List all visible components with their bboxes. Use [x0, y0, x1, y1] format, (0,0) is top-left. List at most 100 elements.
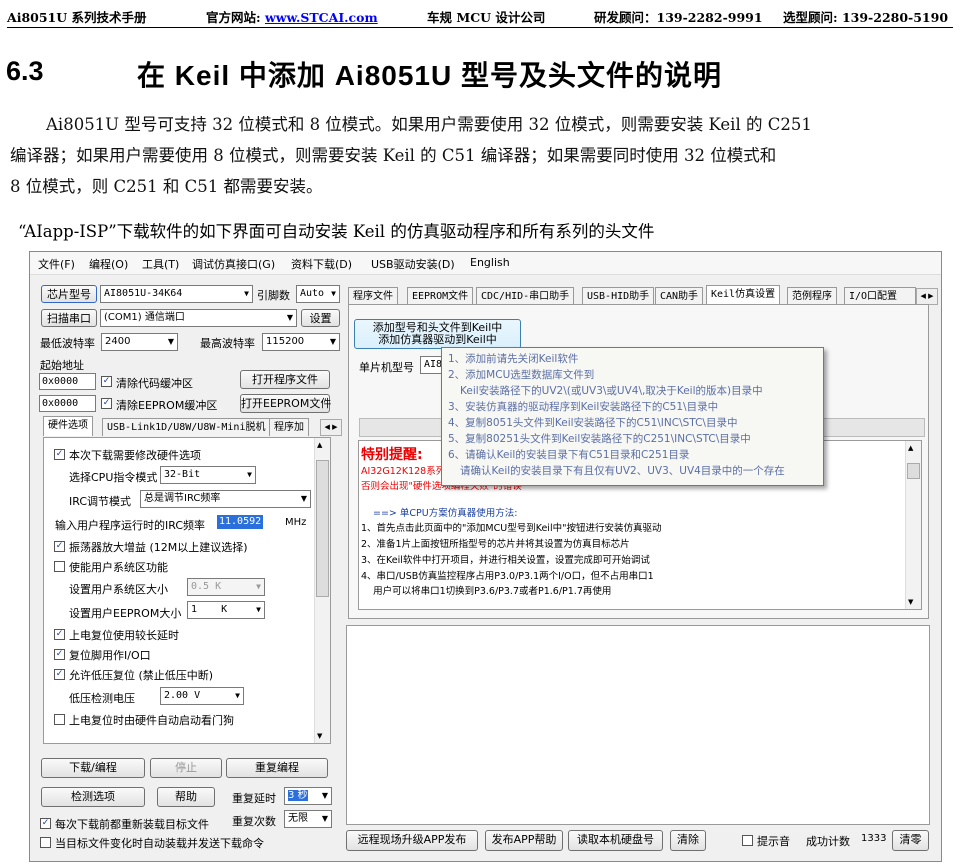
tooltip-line-7: 6、请确认Keil的安装目录下有C51目录和C251目录: [448, 449, 690, 461]
watchdog-label: 上电复位时由硬件自动启动看门狗: [69, 714, 234, 727]
sel-contact: 选型顾问: 139-2280-5190: [783, 10, 949, 25]
eeprom-size-select[interactable]: 1 K ▼: [187, 601, 265, 619]
reload-checkbox[interactable]: ✓: [40, 818, 51, 829]
chevron-down-icon: ▼: [321, 814, 328, 823]
menu-debug-interface[interactable]: 调试仿真接口(G): [192, 256, 275, 272]
scroll-thumb[interactable]: [907, 463, 920, 479]
add-to-keil-button[interactable]: 添加型号和头文件到Keil中 添加仿真器驱动到Keil中: [354, 319, 521, 349]
usage-title: ==> 单CPU方案仿真器使用方法:: [373, 508, 518, 519]
tab-scroll-arrows[interactable]: ◀ ▶: [916, 288, 938, 305]
open-eeprom-button[interactable]: 打开EEPROM文件: [240, 394, 331, 413]
auto-send-label: 当目标文件变化时自动装载并发送下载命令: [55, 837, 264, 850]
user-sys-area-checkbox[interactable]: [54, 561, 65, 572]
right-tab-strip: 程序文件 EEPROM文件 CDC/HID-串口助手 USB-HID助手 CAN…: [348, 285, 938, 305]
clear-button[interactable]: 清除: [670, 830, 706, 851]
min-baud-select[interactable]: 2400 ▼: [101, 333, 178, 351]
menu-english[interactable]: English: [470, 256, 510, 269]
eeprom-address-input[interactable]: 0x0000: [39, 395, 96, 412]
tab-eeprom-file[interactable]: EEPROM文件: [407, 287, 474, 305]
mcu-model-label: 单片机型号: [359, 361, 414, 374]
long-delay-label: 上电复位使用较长延时: [69, 629, 179, 642]
site-link[interactable]: www.STCAI.com: [265, 10, 378, 25]
read-disk-id-button[interactable]: 读取本机硬盘号: [568, 830, 663, 851]
settings-button[interactable]: 设置: [301, 309, 340, 327]
scroll-thumb[interactable]: [316, 460, 329, 597]
tab-io-config[interactable]: I/O口配置: [844, 287, 916, 305]
irc-freq-input[interactable]: 11.0592: [217, 515, 263, 529]
tab-scroll-arrows[interactable]: ◀ ▶: [320, 419, 342, 436]
usage-step-4b: 用户可以将串口1切换到P3.6/P3.7或者P1.6/P1.7再使用: [361, 586, 612, 597]
port-select[interactable]: (COM1) 通信端口 ▼: [100, 309, 297, 327]
max-baud-select[interactable]: 115200 ▼: [262, 333, 340, 351]
open-program-button[interactable]: 打开程序文件: [240, 370, 330, 389]
auto-send-checkbox[interactable]: [40, 837, 51, 848]
chip-type-button[interactable]: 芯片型号: [41, 285, 97, 303]
watchdog-checkbox[interactable]: [54, 714, 65, 725]
chip-type-select[interactable]: AI8051U-34K64 ▼: [100, 285, 253, 303]
check-options-button[interactable]: 检测选项: [41, 787, 145, 807]
publish-help-button[interactable]: 发布APP帮助: [485, 830, 563, 851]
chevron-down-icon: ▼: [321, 791, 328, 800]
header-divider: [7, 27, 953, 28]
clear-eeprom-checkbox[interactable]: ✓: [101, 398, 112, 409]
reset-count-button[interactable]: 清零: [892, 830, 929, 851]
tooltip-line-4: 3、安装仿真器的驱动程序到Keil安装路径下的C51\目录中: [448, 401, 719, 413]
tab-examples[interactable]: 范例程序: [787, 287, 837, 305]
clear-code-checkbox[interactable]: ✓: [101, 376, 112, 387]
intro-line-2: 编译器；如果用户需要使用 8 位模式，则需要安装 Keil 的 C51 编译器；…: [10, 146, 777, 165]
tab-program-file[interactable]: 程序文件: [348, 287, 398, 305]
menu-usb-driver[interactable]: USB驱动安装(D): [371, 256, 455, 272]
menu-file[interactable]: 文件(F): [38, 256, 75, 272]
tab-keil-debug[interactable]: Keil仿真设置: [706, 285, 781, 305]
long-delay-checkbox[interactable]: ✓: [54, 629, 65, 640]
scroll-down-icon: ▼: [908, 598, 914, 606]
remote-upgrade-button[interactable]: 远程现场升级APP发布: [346, 830, 478, 851]
scan-port-button[interactable]: 扫描串口: [41, 309, 97, 327]
tab-hardware-options[interactable]: 硬件选项: [43, 416, 93, 436]
tab-program-encrypt[interactable]: 程序加: [269, 418, 309, 436]
scroll-up-icon: ▲: [317, 441, 323, 449]
user-sys-area-label: 使能用户系统区功能: [69, 561, 168, 574]
add-keil-tooltip: 1、添加前请先关闭Keil软件 2、添加MCU选型数据库文件到 Keil安装路径…: [441, 347, 824, 486]
pin-count-select[interactable]: Auto ▼: [296, 285, 340, 303]
chevron-down-icon: ▼: [331, 289, 336, 298]
tooltip-line-6: 5、复制80251头文件到Keil安装路径下的C251\INC\STC\目录中: [448, 433, 751, 445]
beep-checkbox[interactable]: [742, 835, 753, 846]
code-address-input[interactable]: 0x0000: [39, 373, 96, 390]
tooltip-line-8: 请确认Keil的安装目录下有且仅有UV2、UV3、UV4目录中的一个存在: [460, 465, 785, 477]
lvr-checkbox[interactable]: ✓: [54, 669, 65, 680]
success-count-label: 成功计数: [806, 835, 850, 848]
menu-program[interactable]: 编程(O): [89, 256, 128, 272]
page-header: Ai8051U 系列技术手册 官方网站: www.STCAI.com 车规 MC…: [0, 0, 959, 32]
help-button[interactable]: 帮助: [157, 787, 215, 807]
osc-gain-checkbox[interactable]: ✓: [54, 541, 65, 552]
tab-usb-link[interactable]: USB-Link1D/U8W/U8W-Mini脱机: [102, 418, 271, 436]
stop-button[interactable]: 停止: [150, 758, 222, 778]
irc-freq-label: 输入用户程序运行时的IRC频率: [55, 519, 206, 532]
irc-mode-select[interactable]: 总是调节IRC频率 ▼: [140, 490, 311, 508]
hardware-options-scrollbar[interactable]: ▲ ▼: [314, 438, 330, 743]
repeat-delay-select[interactable]: 3 秒 ▼: [284, 787, 332, 805]
irc-freq-unit: MHz: [285, 517, 307, 528]
repeat-count-select[interactable]: 无限 ▼: [284, 810, 332, 828]
download-button[interactable]: 下载/编程: [41, 758, 145, 778]
modify-hw-checkbox[interactable]: ✓: [54, 449, 65, 460]
eeprom-size-label: 设置用户EEPROM大小: [69, 607, 182, 620]
sys-size-select[interactable]: 0.5 K ▼: [187, 578, 265, 596]
left-tab-strip: 硬件选项 USB-Link1D/U8W/U8W-Mini脱机 程序加 ◀ ▶: [43, 416, 342, 438]
cpu-mode-select[interactable]: 32-Bit ▼: [160, 466, 256, 484]
tab-usb-hid[interactable]: USB-HID助手: [582, 287, 655, 305]
cpu-mode-label: 选择CPU指令模式: [69, 471, 158, 484]
output-log[interactable]: [346, 625, 930, 825]
menu-downloads[interactable]: 资料下载(D): [291, 256, 352, 272]
lvd-select[interactable]: 2.00 V ▼: [160, 687, 244, 705]
reprogram-button[interactable]: 重复编程: [226, 758, 328, 778]
tab-cdc-hid-serial[interactable]: CDC/HID-串口助手: [476, 287, 575, 305]
chevron-down-icon: ▼: [329, 337, 336, 346]
notice-title: 特别提醒:: [361, 447, 423, 463]
tab-can[interactable]: CAN助手: [655, 287, 704, 305]
menu-tools[interactable]: 工具(T): [142, 256, 179, 272]
reset-pin-io-checkbox[interactable]: ✓: [54, 649, 65, 660]
tooltip-line-3: Keil安装路径下的UV2\(或UV3\或UV4\,取决于Keil的版本)目录中: [460, 385, 763, 397]
notice-scrollbar[interactable]: ▲ ▼: [905, 441, 921, 609]
